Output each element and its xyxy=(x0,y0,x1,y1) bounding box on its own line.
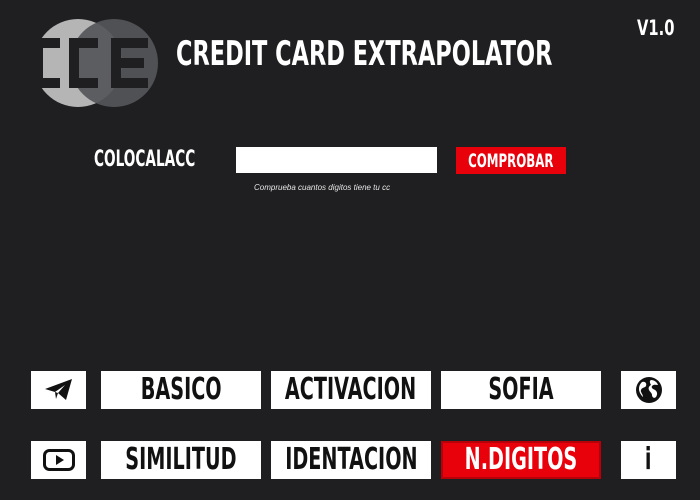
telegram-icon xyxy=(43,378,75,402)
ndigitos-button-label: N.DIGITOS xyxy=(464,442,578,477)
app-logo xyxy=(32,16,160,108)
activacion-button-label: ACTIVACION xyxy=(285,372,417,407)
info-button[interactable]: i xyxy=(621,441,676,479)
similitud-button-label: SIMILITUD xyxy=(125,442,237,477)
cc-input-label: COLOCALACC xyxy=(94,147,196,172)
cc-input[interactable] xyxy=(236,147,437,173)
activacion-button[interactable]: ACTIVACION xyxy=(271,371,431,409)
info-icon: i xyxy=(645,442,652,477)
app-title: CREDIT CARD EXTRAPOLATOR xyxy=(176,34,553,74)
version-label: V1.0 xyxy=(637,16,675,40)
ndigitos-button[interactable]: N.DIGITOS xyxy=(441,441,601,479)
similitud-button[interactable]: SIMILITUD xyxy=(101,441,261,479)
telegram-button[interactable] xyxy=(31,371,86,409)
basico-button[interactable]: BASICO xyxy=(101,371,261,409)
globe-icon xyxy=(634,375,664,405)
input-hint: Comprueba cuantos digitos tiene tu cc xyxy=(254,183,391,192)
youtube-icon xyxy=(42,449,75,471)
website-button[interactable] xyxy=(621,371,676,409)
identacion-button[interactable]: IDENTACION xyxy=(271,441,431,479)
check-button[interactable]: COMPROBAR xyxy=(456,147,566,174)
basico-button-label: BASICO xyxy=(140,372,222,407)
sofia-button[interactable]: SOFIA xyxy=(441,371,601,409)
check-button-label: COMPROBAR xyxy=(468,149,554,172)
identacion-button-label: IDENTACION xyxy=(284,442,418,477)
youtube-button[interactable] xyxy=(31,441,86,479)
sofia-button-label: SOFIA xyxy=(488,372,554,407)
